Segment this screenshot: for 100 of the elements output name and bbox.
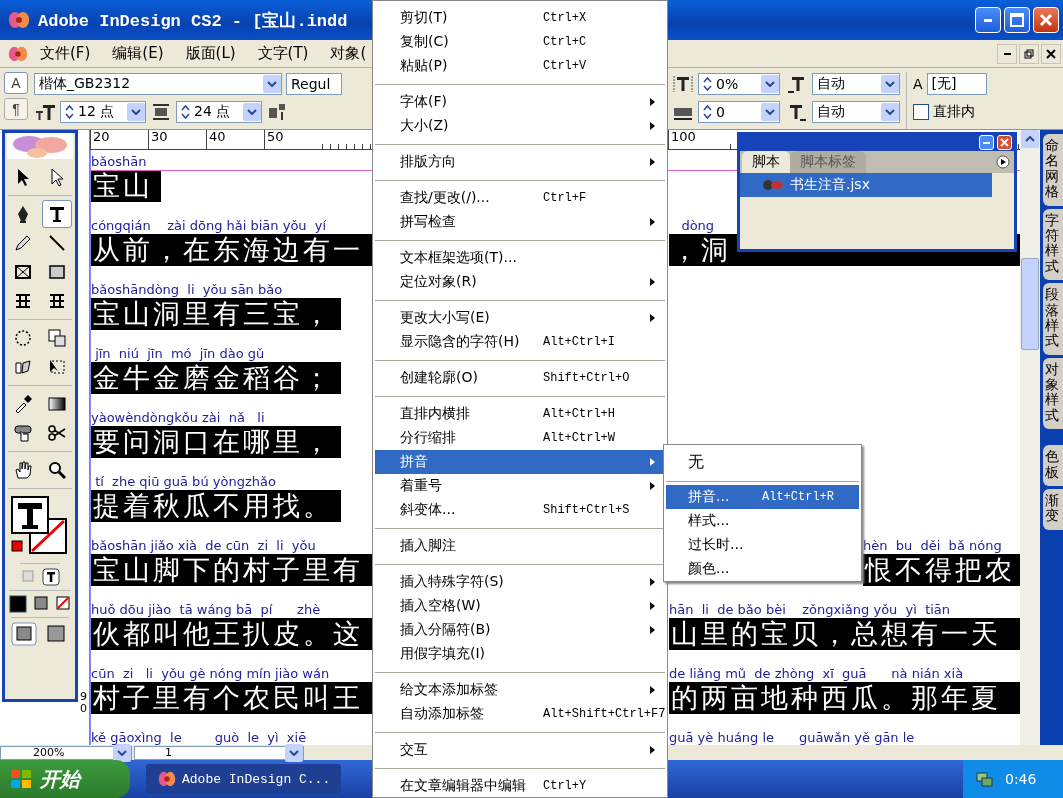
menu-item[interactable]: 创建轮廓(O) Shift+Ctrl+O (375, 366, 665, 390)
close-button[interactable] (1041, 43, 1061, 64)
panel-tab[interactable]: 脚本 (742, 151, 790, 173)
panel-tab[interactable]: 渐变 (1043, 489, 1063, 530)
tracking-field[interactable]: 0 (698, 101, 780, 123)
menu-item[interactable]: 大小(Z) (375, 114, 665, 138)
chinese-text: 山里的宝贝，总想有一天 (669, 618, 1020, 650)
menu-item[interactable]: 插入空格(W) (375, 594, 665, 618)
minimize-button[interactable] (997, 43, 1017, 64)
pinyin-text: bǎoshāndòng li yǒu sān bǎo (91, 281, 284, 298)
menu-item[interactable]: 拼音... Alt+Ctrl+R (666, 485, 859, 509)
close-icon (1046, 48, 1056, 59)
scrollbar-thumb[interactable] (1021, 258, 1039, 350)
menu-item[interactable]: 过长时... (666, 533, 859, 557)
menu-item[interactable]: 查找/更改(/)... Ctrl+F (375, 186, 665, 210)
menu-item[interactable]: 在文章编辑器中编辑 Ctrl+Y (375, 774, 665, 798)
font-size-field[interactable]: 12 点 (60, 101, 146, 123)
checkbox[interactable] (913, 104, 929, 120)
menu-item[interactable]: 字体(F) (375, 90, 665, 114)
clock: 0:46 (1005, 771, 1037, 787)
formatting-text-icon (42, 568, 60, 586)
menu-bar-item[interactable]: 编辑(E) (102, 42, 174, 65)
script-item[interactable]: 书生注音.jsx (740, 173, 992, 197)
menu-item[interactable]: 拼音 (375, 450, 665, 474)
pinyin-text: cóngqián zài dōng hǎi biān yǒu yí (91, 217, 328, 234)
menu-bar-item[interactable]: 文件(F) (30, 42, 101, 65)
font-size-icon (34, 102, 56, 122)
menu-item[interactable]: 剪切(T) Ctrl+X (375, 6, 665, 30)
menu-item[interactable]: 斜变体... Shift+Ctrl+S (375, 498, 665, 522)
panel-tab[interactable]: 段落样式 (1043, 283, 1063, 355)
menu-item[interactable]: 定位对象(R) (375, 270, 665, 294)
menu-item[interactable]: 直排内横排 Alt+Ctrl+H (375, 402, 665, 426)
menu-item[interactable]: 显示隐含的字符(H) Alt+Ctrl+I (375, 330, 665, 354)
menu-item[interactable]: 颜色... (666, 557, 859, 581)
scroll-up-button[interactable] (1021, 130, 1039, 148)
vertical-scale-icon (672, 74, 694, 94)
menu-bar-item[interactable]: 对象( (320, 42, 377, 65)
restore-icon (1024, 48, 1034, 59)
pinyin-text: kě gāoxìng le guò le yì xiē (91, 729, 308, 745)
menu-item[interactable]: 交互 (375, 738, 665, 762)
menu-item[interactable]: 无 (666, 447, 859, 477)
pinyin-text: dòng (680, 217, 716, 234)
menu-item[interactable]: 拼写检查 (375, 210, 665, 234)
normal-view-icon (11, 622, 37, 646)
menu-item[interactable]: 粘贴(P) Ctrl+V (375, 54, 665, 78)
pinyin-text: huǒ dōu jiào tā wáng bā pí zhè (91, 601, 322, 618)
window-title: Adobe InDesign CS2 - [宝山.indd (38, 10, 348, 32)
spinner-icon (703, 76, 712, 92)
character-style-field[interactable]: [无] (926, 73, 987, 95)
menu-item[interactable]: 给文本添加标签 (375, 678, 665, 702)
menu-item[interactable]: 用假字填充(I) (375, 642, 665, 666)
leading-field[interactable]: 24 点 (176, 101, 262, 123)
font-family-field[interactable]: 楷体_GB2312 (34, 73, 282, 95)
style-label: A (913, 76, 923, 92)
menu-item[interactable]: 更改大小写(E) (375, 306, 665, 330)
app-logo-icon (8, 10, 30, 30)
page-field[interactable]: 1 (134, 745, 304, 760)
menu-bar-item[interactable]: 文字(T) (247, 42, 319, 65)
chinese-text: 的两亩地种西瓜。那年夏 (669, 682, 1020, 714)
spinner-icon (703, 104, 712, 120)
ruler-mark: 100 (668, 130, 726, 149)
mode-button[interactable]: ¶ (4, 98, 28, 120)
scale-field[interactable]: 0% (698, 73, 780, 95)
font-style-field[interactable]: Regul (286, 73, 342, 95)
pinyin-text: cūn zi li yǒu gè nóng mín jiào wán (91, 665, 331, 682)
menu-bar-item[interactable]: 版面(L) (175, 42, 246, 65)
minimize-icon (984, 18, 992, 22)
taskbar-button[interactable]: Adobe InDesign C... (146, 764, 341, 794)
menu-item[interactable]: 文本框架选项(T)... (375, 246, 665, 270)
menu-item[interactable]: 插入脚注 (375, 534, 665, 558)
restore-button[interactable] (1019, 43, 1039, 64)
chinese-text: 宝山 (91, 170, 161, 202)
menu-item[interactable]: 复制(C) Ctrl+C (375, 30, 665, 54)
menu-item[interactable]: 样式... (666, 509, 859, 533)
start-button[interactable]: 开始 (0, 760, 130, 798)
menu-item[interactable]: 插入分隔符(B) (375, 618, 665, 642)
mode-button[interactable]: A (4, 72, 28, 94)
panel-tab[interactable]: 对象样式 (1043, 357, 1063, 430)
menu-item[interactable]: 着重号 (375, 474, 665, 498)
zoom-field[interactable]: 200% (0, 745, 132, 760)
color-fill-icon (9, 595, 27, 613)
panel-tab[interactable]: 色板 (1043, 445, 1063, 487)
panel-tab[interactable]: 字符样式 (1043, 208, 1063, 281)
menu-item[interactable]: 分行缩排 Alt+Ctrl+W (375, 426, 665, 450)
menu-item[interactable]: 插入特殊字符(S) (375, 570, 665, 594)
ruler-mark: 20 (90, 130, 148, 149)
maximize-button[interactable] (1004, 7, 1030, 33)
menu-item[interactable]: 自动添加标签 Alt+Shift+Ctrl+F7 (375, 702, 665, 726)
auto-field[interactable]: 自动 (812, 73, 900, 95)
chinese-text: 宝山洞里有三宝， (91, 298, 341, 330)
pinyin-text: bǎoshān jiǎo xià de cūn zi li yǒu (91, 537, 317, 554)
panel-tab[interactable]: 命名网格 (1043, 134, 1063, 206)
menu-item[interactable]: 排版方向 (375, 150, 665, 174)
minimize-icon (983, 141, 990, 144)
auto-field[interactable]: 自动 (812, 101, 900, 123)
pinyin-text: hèn bu děi bǎ nóng (863, 537, 1003, 554)
maximize-icon (1010, 13, 1024, 27)
pinyin-text: tí zhe qiū guā bú yòngzhǎo (94, 473, 277, 490)
type-tool-icon[interactable] (42, 200, 72, 228)
windows-flag-icon (10, 769, 32, 789)
